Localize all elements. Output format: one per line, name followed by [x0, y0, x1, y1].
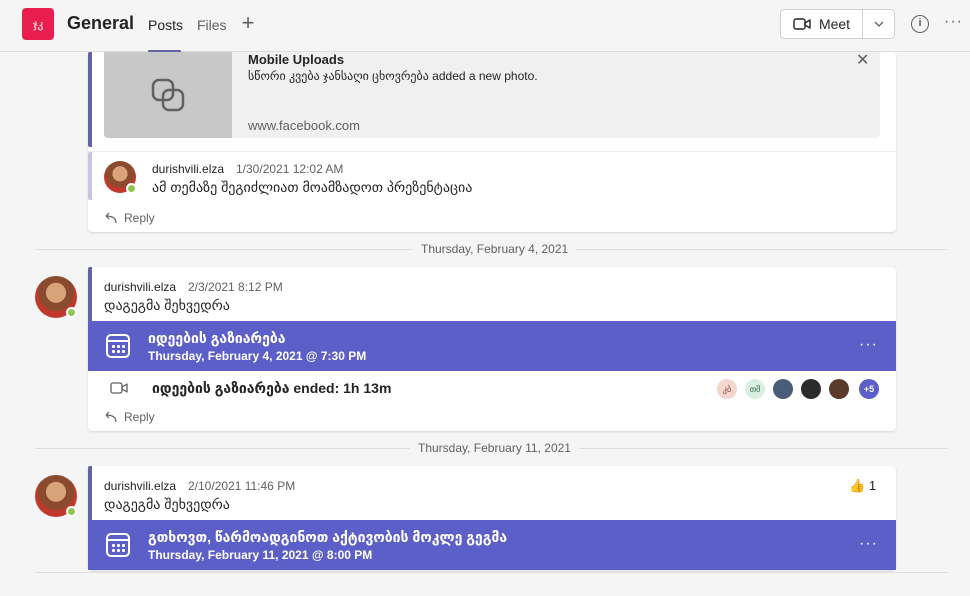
participant-avatar[interactable] [801, 379, 821, 399]
meet-now-button[interactable]: Meet [781, 10, 863, 38]
meeting-title: იდეების გაზიარება [148, 330, 286, 346]
preview-image [104, 52, 232, 138]
date-divider-label: Thursday, February 4, 2021 [413, 242, 577, 256]
more-options-icon[interactable]: ··· [944, 13, 963, 31]
message-author[interactable]: durishvili.elza [104, 280, 176, 294]
reply-separator [88, 151, 896, 152]
meeting-date: Thursday, February 4, 2021 @ 7:30 PM [148, 349, 367, 363]
participant-avatar[interactable]: თშ [745, 379, 765, 399]
reply-label: Reply [124, 211, 155, 225]
like-reaction[interactable]: 👍 1 [849, 478, 876, 494]
calendar-icon [106, 533, 130, 557]
add-tab-icon[interactable]: + [238, 12, 258, 34]
preview-title: Mobile Uploads [248, 52, 345, 67]
more-participants-badge[interactable]: +5 [859, 379, 879, 399]
chevron-down-icon [874, 21, 883, 27]
meeting-title: გთხოვთ, წარმოადგინოთ აქტივობის მოკლე გეგ… [148, 529, 508, 545]
message-timestamp: 2/3/2021 8:12 PM [188, 280, 283, 294]
meet-label: Meet [818, 16, 851, 32]
calendar-icon [106, 334, 130, 358]
reply-label: Reply [124, 410, 155, 424]
tab-posts[interactable]: Posts [148, 17, 183, 33]
meeting-ended-text: იდეების გაზიარება ended: 1h 13m [152, 380, 392, 396]
video-camera-icon [110, 382, 128, 394]
meet-button[interactable]: Meet [780, 9, 895, 39]
message-timestamp: 1/30/2021 12:02 AM [236, 162, 344, 176]
meeting-more-icon[interactable]: ··· [859, 336, 878, 354]
message-text: დაგეგმა შეხვედრა [104, 297, 230, 313]
reply-button[interactable]: Reply [102, 211, 155, 225]
participant-avatar[interactable] [829, 379, 849, 399]
team-avatar[interactable]: ჯკ [22, 8, 54, 40]
preview-description: სწორი კვება ჯანსაღი ცხოვრება added a new… [248, 69, 538, 83]
date-divider-label: Thursday, February 11, 2021 [410, 441, 579, 455]
meeting-card[interactable]: იდეების გაზიარება Thursday, February 4, … [88, 321, 896, 371]
thread-accent [88, 52, 92, 147]
reply-arrow-icon [105, 212, 117, 224]
reaction-count: 1 [868, 478, 877, 493]
video-camera-icon [793, 18, 811, 30]
message-author[interactable]: durishvili.elza [152, 162, 224, 176]
reply-button[interactable]: Reply [102, 410, 155, 424]
date-divider-line [35, 572, 947, 573]
link-icon [151, 78, 185, 112]
meeting-more-icon[interactable]: ··· [859, 535, 878, 553]
close-icon[interactable]: ✕ [856, 50, 869, 70]
message-timestamp: 2/10/2021 11:46 PM [188, 479, 296, 493]
tab-files[interactable]: Files [197, 17, 227, 33]
channel-info-icon[interactable]: i [911, 15, 929, 33]
presence-available-icon [66, 307, 77, 318]
meeting-card[interactable]: გთხოვთ, წარმოადგინოთ აქტივობის მოკლე გეგ… [88, 520, 896, 570]
message-author[interactable]: durishvili.elza [104, 479, 176, 493]
reply-accent [88, 152, 92, 200]
preview-url[interactable]: www.facebook.com [248, 118, 360, 133]
reply-arrow-icon [105, 411, 117, 423]
thumbs-up-icon: 👍 [849, 478, 866, 493]
channel-title: General [67, 13, 135, 33]
link-preview[interactable]: Mobile Uploads სწორი კვება ჯანსაღი ცხოვრ… [104, 52, 880, 138]
message-text: ამ თემაზე შეგიძლიათ მოამზადოთ პრეზენტაცი… [152, 179, 473, 195]
meeting-date: Thursday, February 11, 2021 @ 8:00 PM [148, 548, 373, 562]
presence-available-icon [66, 506, 77, 517]
participant-avatar[interactable] [773, 379, 793, 399]
channel-header: ჯკ General Posts Files + Meet i ··· [0, 0, 970, 53]
message-text: დაგეგმა შეხვედრა [104, 496, 230, 512]
meet-options-dropdown[interactable] [863, 10, 894, 38]
presence-available-icon [126, 183, 137, 194]
participant-avatar[interactable]: კბ [717, 379, 737, 399]
